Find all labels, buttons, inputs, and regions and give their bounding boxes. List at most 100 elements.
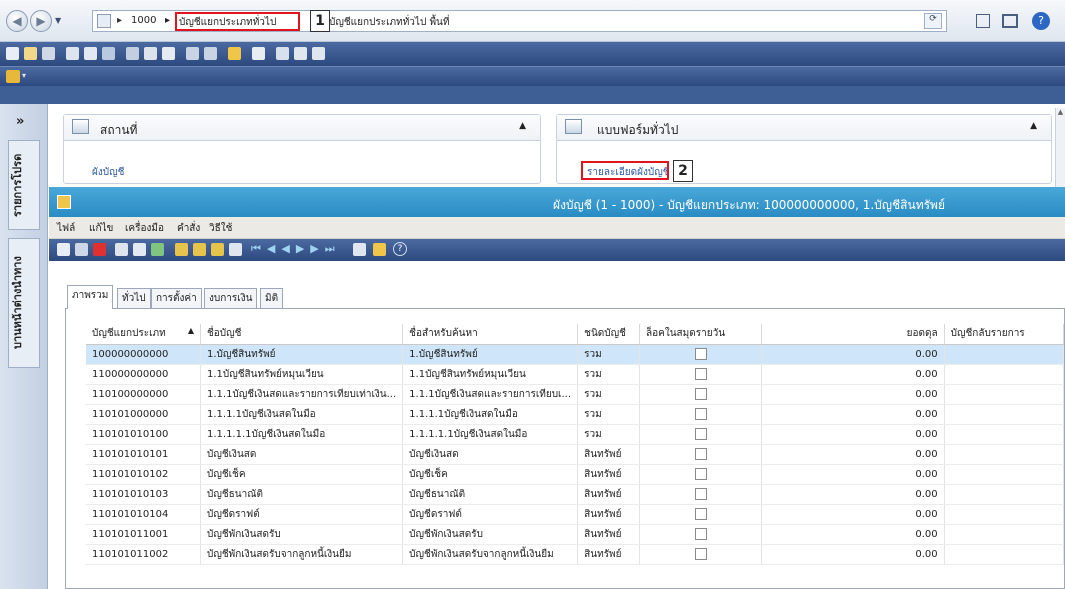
cell-account[interactable]: 110100000000 [86, 384, 201, 405]
cell-search[interactable]: 1.บัญชีสินทรัพย์ [402, 344, 579, 365]
places-panel-header[interactable]: สถานที่ ▲ [64, 115, 540, 141]
table-row[interactable]: 110101010101 บัญชีเงินสด บัญชีเงินสด สินทรั… [86, 444, 1064, 465]
cell-type[interactable]: รวม [577, 404, 640, 425]
cell-balance[interactable]: 0.00 [761, 444, 945, 465]
journal-lock-checkbox[interactable] [694, 408, 707, 420]
window-layout-icon[interactable] [1002, 14, 1018, 28]
cell-type[interactable]: สินทรัพย์ [577, 444, 640, 465]
cell-name[interactable]: 1.1.1.1.1บัญชีเงินสดในมือ [200, 424, 404, 445]
cell-reversing-account[interactable] [944, 464, 1064, 485]
tools-icon[interactable] [6, 70, 20, 83]
cell-balance[interactable]: 0.00 [761, 544, 945, 565]
help-icon[interactable]: ? [1032, 12, 1050, 30]
table-row[interactable]: 110100000000 1.1.1บัญชีเงินสดและรายการเที… [86, 384, 1064, 405]
new-record-icon[interactable] [57, 243, 70, 256]
open-icon[interactable] [24, 47, 37, 60]
cell-type[interactable]: สินทรัพย์ [577, 504, 640, 525]
cell-reversing-account[interactable] [944, 404, 1064, 425]
print-icon[interactable] [115, 243, 128, 256]
column-header-reversing-account[interactable]: บัญชีกลับรายการ [944, 324, 1064, 345]
cell-type[interactable]: สินทรัพย์ [577, 464, 640, 485]
cell-name[interactable]: บัญชีธนาณัติ [200, 484, 404, 505]
save-record-icon[interactable] [75, 243, 88, 256]
cell-account[interactable]: 110101010102 [86, 464, 201, 485]
cell-name[interactable]: 1.บัญชีสินทรัพย์ [200, 344, 404, 365]
cell-balance[interactable]: 0.00 [761, 484, 945, 505]
tab-general[interactable]: ทั่วไป [117, 288, 151, 308]
export-icon[interactable] [276, 47, 289, 60]
save-icon[interactable] [42, 47, 55, 60]
cell-name[interactable]: บัญชีพักเงินสดรับจากลูกหนี้เงินยืม [200, 544, 404, 565]
expand-pane-icon[interactable]: » [16, 114, 24, 129]
column-header-account-name[interactable]: ชื่อบัญชี [200, 324, 404, 345]
cell-account[interactable]: 110101010101 [86, 444, 201, 465]
export-excel-icon[interactable] [151, 243, 164, 256]
record-navigation[interactable]: ⏮◀◀▶▶⏭ [251, 242, 341, 256]
journal-lock-checkbox[interactable] [694, 448, 707, 460]
menu-help[interactable]: วิธีใช้ [209, 221, 232, 236]
cell-name[interactable]: บัญชีพักเงินสดรับ [200, 524, 404, 545]
favorites-tab[interactable]: รายการโปรด [8, 140, 40, 230]
print-preview-icon[interactable] [84, 47, 97, 60]
cell-account[interactable]: 110101011002 [86, 544, 201, 565]
cell-reversing-account[interactable] [944, 484, 1064, 505]
find-next-icon[interactable] [204, 47, 217, 60]
cell-search[interactable]: บัญชีพักเงินสดรับ [402, 524, 579, 545]
tab-financial-statements[interactable]: งบการเงิน [204, 288, 258, 308]
cell-search[interactable]: 1.1.1.1บัญชีเงินสดในมือ [402, 404, 579, 425]
cell-name[interactable]: 1.1.1.1บัญชีเงินสดในมือ [200, 404, 404, 425]
cell-name[interactable]: 1.1.1บัญชีเงินสดและรายการเทียบเท่าเงิน..… [200, 384, 404, 405]
form-view-icon[interactable] [312, 47, 325, 60]
scroll-up-icon[interactable]: ▲ [1056, 108, 1065, 116]
cell-account[interactable]: 110101000000 [86, 404, 201, 425]
cell-search[interactable]: 1.1บัญชีสินทรัพย์หมุนเวียน [402, 364, 579, 385]
tab-overview[interactable]: ภาพรวม [67, 285, 114, 309]
collapse-icon[interactable]: ▲ [519, 121, 526, 131]
filter-by-grid-icon[interactable] [193, 243, 206, 256]
advanced-filter-icon[interactable] [211, 243, 224, 256]
cell-account[interactable]: 110101010100 [86, 424, 201, 445]
address-bar[interactable]: ▸ 1000 ▸ บัญชีแยกประเภททั่วไป บัญชีแยกปร… [92, 10, 947, 32]
cell-type[interactable]: รวม [577, 364, 640, 385]
cell-name[interactable]: บัญชีดราฟต์ [200, 504, 404, 525]
print-icon[interactable] [66, 47, 79, 60]
menu-file[interactable]: ไฟล์ [57, 221, 75, 236]
filter-icon[interactable] [229, 243, 242, 256]
cell-name[interactable]: 1.1บัญชีสินทรัพย์หมุนเวียน [200, 364, 404, 385]
cell-reversing-account[interactable] [944, 544, 1064, 565]
cell-name[interactable]: บัญชีเงินสด [200, 444, 404, 465]
alert-icon[interactable] [373, 243, 386, 256]
common-forms-panel-header[interactable]: แบบฟอร์มทั่วไป ▲ [557, 115, 1051, 141]
journal-lock-checkbox[interactable] [694, 388, 707, 400]
cell-reversing-account[interactable] [944, 524, 1064, 545]
history-dropdown-icon[interactable]: ▼ [55, 16, 61, 25]
column-header-account-type[interactable]: ชนิดบัญชี [577, 324, 640, 345]
cell-balance[interactable]: 0.00 [761, 504, 945, 525]
table-row[interactable]: 110101011001 บัญชีพักเงินสดรับ บัญชีพักเงิ… [86, 524, 1064, 545]
cell-search[interactable]: บัญชีพักเงินสดรับจากลูกหนี้เงินยืม [402, 544, 579, 565]
cell-search[interactable]: บัญชีดราฟต์ [402, 504, 579, 525]
cut-icon[interactable] [126, 47, 139, 60]
journal-lock-checkbox[interactable] [694, 528, 707, 540]
cell-reversing-account[interactable] [944, 364, 1064, 385]
navigation-pane-tab[interactable]: บานหน้าต่างนำทาง [8, 238, 40, 368]
cell-balance[interactable]: 0.00 [761, 364, 945, 385]
column-header-account[interactable]: บัญชีแยกประเภท ▲ [86, 324, 201, 345]
find-icon[interactable] [186, 47, 199, 60]
column-header-journal-lock[interactable]: ล็อคในสมุดรายวัน [639, 324, 763, 345]
copy-icon[interactable] [144, 47, 157, 60]
cell-reversing-account[interactable] [944, 504, 1064, 525]
cell-balance[interactable]: 0.00 [761, 404, 945, 425]
cell-account[interactable]: 110101010104 [86, 504, 201, 525]
pane-layout-icon[interactable] [976, 14, 990, 28]
cell-search[interactable]: บัญชีเงินสด [402, 444, 579, 465]
column-header-balance[interactable]: ยอดดุล [761, 324, 945, 345]
journal-lock-checkbox[interactable] [694, 508, 707, 520]
cell-account[interactable]: 110000000000 [86, 364, 201, 385]
document-icon[interactable] [252, 47, 265, 60]
table-row[interactable]: 110101010102 บัญชีเช็ค บัญชีเช็ค สินทรัพย์ 0… [86, 464, 1064, 485]
cell-name[interactable]: บัญชีเช็ค [200, 464, 404, 485]
cell-reversing-account[interactable] [944, 384, 1064, 405]
cell-search[interactable]: บัญชีธนาณัติ [402, 484, 579, 505]
cell-balance[interactable]: 0.00 [761, 524, 945, 545]
